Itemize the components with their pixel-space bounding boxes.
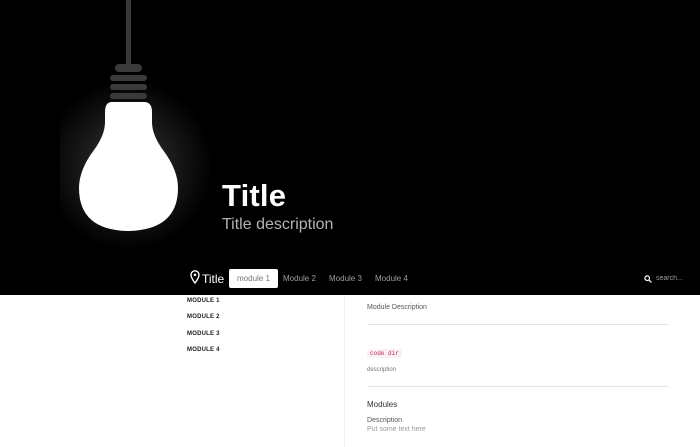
divider <box>367 386 669 387</box>
tab-module-2[interactable]: Module 2 <box>275 269 324 288</box>
tab-module-3[interactable]: Module 3 <box>321 269 370 288</box>
tab-module-4[interactable]: Module 4 <box>367 269 416 288</box>
brand-label: Title <box>202 272 225 286</box>
sidebar: MODULE 1 MODULE 2 MODULE 3 MODULE 4 <box>187 296 337 361</box>
search-input[interactable] <box>656 271 700 286</box>
modules-heading: Modules <box>367 400 398 409</box>
navbar: Title module 1 Module 2 Module 3 Module … <box>0 265 700 295</box>
hero-title: Title <box>222 178 287 213</box>
lightbulb-icon <box>43 0 213 250</box>
map-pin-icon <box>190 269 200 289</box>
sidebar-item-module-3[interactable]: MODULE 3 <box>187 329 337 345</box>
search-box <box>644 271 700 286</box>
hero-description: Title description <box>222 216 334 233</box>
search-icon[interactable] <box>644 270 652 288</box>
sidebar-item-module-1[interactable]: MODULE 1 <box>187 296 337 312</box>
description-text: description <box>367 367 397 373</box>
code-dir-label: code dir <box>367 349 402 358</box>
lightbulb-illustration <box>43 0 213 270</box>
hero-banner: Title Title description <box>0 0 700 295</box>
brand-link[interactable]: Title <box>190 268 224 290</box>
sidebar-item-module-4[interactable]: MODULE 4 <box>187 345 337 361</box>
module-description: Module Description <box>367 304 427 311</box>
column-divider <box>344 296 345 447</box>
divider <box>367 324 669 325</box>
description-label: Description <box>367 417 403 424</box>
sidebar-item-module-2[interactable]: MODULE 2 <box>187 312 337 328</box>
tab-module-1[interactable]: module 1 <box>229 269 278 288</box>
placeholder-text: Put some text here <box>367 426 426 433</box>
